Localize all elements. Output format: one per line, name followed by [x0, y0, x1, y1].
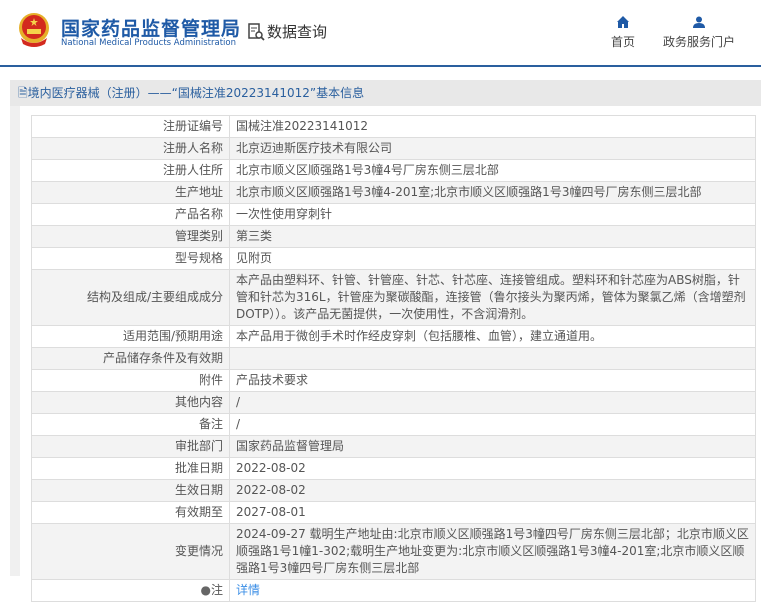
table-row: 产品储存条件及有效期: [31, 347, 756, 370]
field-value: /: [229, 391, 756, 414]
field-value: [229, 347, 756, 370]
table-row: 型号规格 见附页: [31, 247, 756, 270]
table-row: 生效日期 2022-08-02: [31, 479, 756, 502]
field-label: 产品名称: [31, 203, 230, 226]
field-value: 北京迈迪斯医疗技术有限公司: [229, 137, 756, 160]
field-label: 注册证编号: [31, 115, 230, 138]
field-value: 本产品用于微创手术时作经皮穿刺（包括腰椎、血管），建立通道用。: [229, 325, 756, 348]
note-label-text: 注: [210, 583, 223, 597]
field-label: 备注: [31, 413, 230, 436]
table-row: 附件 产品技术要求: [31, 369, 756, 392]
table-row: 有效期至 2027-08-01: [31, 501, 756, 524]
table-row: 产品名称 一次性使用穿刺针: [31, 203, 756, 226]
field-value: /: [229, 413, 756, 436]
field-value: 一次性使用穿刺针: [229, 203, 756, 226]
table-row: 备注 /: [31, 413, 756, 436]
field-value: 2022-08-02: [229, 457, 756, 480]
field-label: 审批部门: [31, 435, 230, 458]
field-value: 2024-09-27 载明生产地址由:北京市顺义区顺强路1号3幢四号厂房东侧三层…: [229, 523, 756, 580]
field-value: 国家药品监督管理局: [229, 435, 756, 458]
table-row: 适用范围/预期用途 本产品用于微创手术时作经皮穿刺（包括腰椎、血管），建立通道用。: [31, 325, 756, 348]
national-emblem-icon: [19, 13, 49, 47]
note-value: 详情: [229, 579, 756, 602]
breadcrumb-text: 境内医疗器械（注册）——“国械注准20223141012”基本信息: [27, 86, 365, 100]
field-label: 生产地址: [31, 181, 230, 204]
field-label: 批准日期: [31, 457, 230, 480]
field-label: 有效期至: [31, 501, 230, 524]
table-row: 结构及组成/主要组成成分 本产品由塑料环、针管、针管座、针芯、针芯座、连接管组成。…: [31, 269, 756, 326]
field-value: 见附页: [229, 247, 756, 270]
breadcrumb: 🗎境内医疗器械（注册）——“国械注准20223141012”基本信息: [10, 80, 761, 106]
field-value: 2027-08-01: [229, 501, 756, 524]
details-link[interactable]: 详情: [236, 583, 260, 597]
table-row: 其他内容 /: [31, 391, 756, 414]
table-row: 注册人名称 北京迈迪斯医疗技术有限公司: [31, 137, 756, 160]
table-row: 注册人住所 北京市顺义区顺强路1号3幢4号厂房东侧三层北部: [31, 159, 756, 182]
home-icon: [617, 16, 629, 28]
user-icon: [693, 16, 705, 28]
field-value: 2022-08-02: [229, 479, 756, 502]
site-header: 国家药品监督管理局 National Medical Products Admi…: [0, 0, 761, 67]
nav-service-portal-label: 政务服务门户: [663, 35, 736, 49]
field-value: 北京市顺义区顺强路1号3幢4-201室;北京市顺义区顺强路1号3幢四号厂房东侧三…: [229, 181, 756, 204]
table-row: 审批部门 国家药品监督管理局: [31, 435, 756, 458]
field-value: 第三类: [229, 225, 756, 248]
table-row: 生产地址 北京市顺义区顺强路1号3幢4-201室;北京市顺义区顺强路1号3幢四号厂…: [31, 181, 756, 204]
detail-table: 注册证编号 国械注准20223141012 注册人名称 北京迈迪斯医疗技术有限公司 注册…: [31, 115, 756, 602]
field-value: 产品技术要求: [229, 369, 756, 392]
data-query-label: 数据查询: [267, 23, 328, 41]
table-row: 变更情况 2024-09-27 载明生产地址由:北京市顺义区顺强路1号3幢四号厂房…: [31, 523, 756, 580]
document-icon: 🗎: [18, 86, 28, 100]
field-label: 变更情况: [31, 523, 230, 580]
field-label: 管理类别: [31, 225, 230, 248]
field-label: 注册人名称: [31, 137, 230, 160]
field-label: 产品储存条件及有效期: [31, 347, 230, 370]
brand-name-en: National Medical Products Administration: [61, 38, 236, 48]
nav-service-portal[interactable]: 政务服务门户: [663, 16, 735, 50]
field-label: 结构及组成/主要组成成分: [31, 269, 230, 326]
table-row: 管理类别 第三类: [31, 225, 756, 248]
lightbulb-icon: ●: [200, 583, 211, 597]
nav-home-label: 首页: [611, 35, 636, 49]
field-value: 北京市顺义区顺强路1号3幢4号厂房东侧三层北部: [229, 159, 756, 182]
field-value: 本产品由塑料环、针管、针管座、针芯、针芯座、连接管组成。塑料环和针芯座为ABS树…: [229, 269, 756, 326]
field-label: 适用范围/预期用途: [31, 325, 230, 348]
table-row: 批准日期 2022-08-02: [31, 457, 756, 480]
detail-panel: 注册证编号 国械注准20223141012 注册人名称 北京迈迪斯医疗技术有限公司 注册…: [20, 106, 761, 602]
field-value: 国械注准20223141012: [229, 115, 756, 138]
document-search-icon: [248, 22, 265, 41]
field-label: 型号规格: [31, 247, 230, 270]
field-label: 其他内容: [31, 391, 230, 414]
note-row: ●注 详情: [31, 579, 756, 602]
nav-home[interactable]: 首页: [611, 16, 635, 50]
note-label: ●注: [31, 579, 230, 602]
content-area: 🗎境内医疗器械（注册）——“国械注准20223141012”基本信息 注册证编号…: [10, 80, 761, 602]
field-label: 生效日期: [31, 479, 230, 502]
field-label: 注册人住所: [31, 159, 230, 182]
brand-name-cn[interactable]: 国家药品监督管理局: [61, 14, 241, 41]
table-row: 注册证编号 国械注准20223141012: [31, 115, 756, 138]
data-query-title[interactable]: 数据查询: [247, 21, 327, 42]
field-label: 附件: [31, 369, 230, 392]
